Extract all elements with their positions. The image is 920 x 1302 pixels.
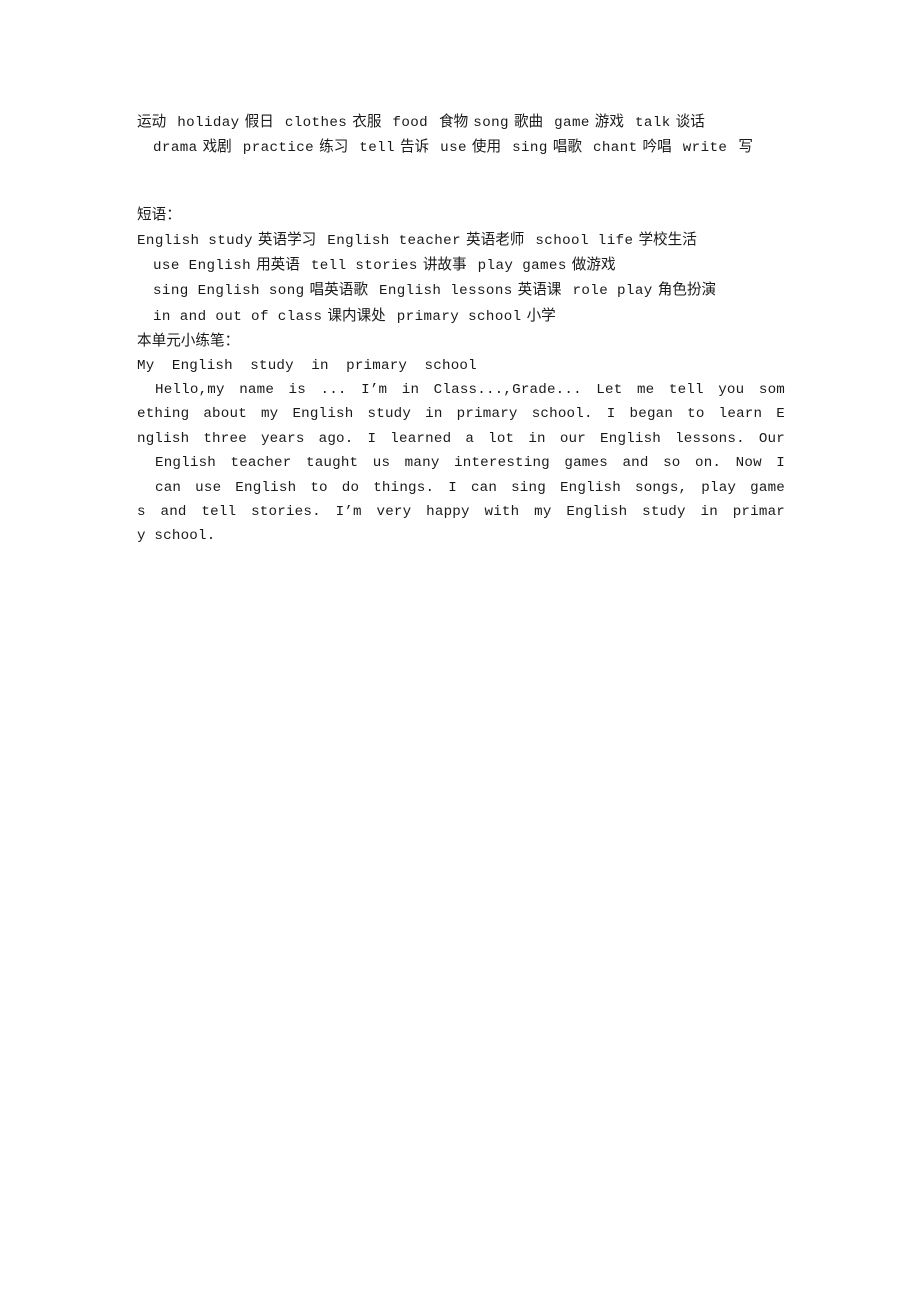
phrase-en: English lessons <box>378 283 513 300</box>
vocabulary-term-cn: 戏剧 <box>202 138 232 156</box>
phrase-line: English study 英语学习 English teacher 英语老师 scho… <box>137 228 785 253</box>
vocabulary-term-cn: 写 <box>738 138 753 156</box>
composition-line: ething about my English study in primary… <box>137 406 785 423</box>
vocabulary-term-en: food <box>392 115 429 131</box>
vocabulary-term-en: practice <box>242 140 315 157</box>
vocabulary-term-en: sing <box>512 140 548 157</box>
document-text-column: 运动 holiday 假日 clothes 衣服 food 食物 song 歌曲 game 游戏 ta… <box>137 110 785 549</box>
vocabulary-term-cn: 食物 <box>439 113 469 130</box>
vocabulary-term-en: clothes <box>284 115 348 131</box>
composition-line: y school. <box>137 528 216 545</box>
phrase-en: primary school <box>396 308 522 325</box>
phrase-cn: 唱英语歌 <box>309 281 368 299</box>
phrases-heading: 短语： <box>137 206 181 224</box>
composition-line: can use English to do things. I can sing… <box>155 479 785 496</box>
composition-title: My English study in primary school <box>137 357 477 374</box>
phrase-en: English teacher <box>327 232 461 249</box>
vocabulary-term-cn: 谈话 <box>675 113 705 130</box>
vocabulary-term-cn: 假日 <box>244 113 274 130</box>
document-page: 运动 holiday 假日 clothes 衣服 food 食物 song 歌曲 game 游戏 ta… <box>0 0 920 1302</box>
composition-line: English teacher taught us many interesti… <box>155 455 785 472</box>
vocabulary-term-cn: 使用 <box>471 138 502 156</box>
phrase-cn: 用英语 <box>256 256 300 274</box>
vocabulary-term-en: game <box>554 115 590 131</box>
phrase-cn: 学校生活 <box>638 230 697 248</box>
vocabulary-line: 运动 holiday 假日 clothes 衣服 food 食物 song 歌曲 game 游戏 ta… <box>137 110 785 135</box>
phrase-en: sing English song <box>153 283 305 300</box>
vocabulary-term-cn: 告诉 <box>399 138 430 156</box>
composition-line: nglish three years ago. I learned a lot … <box>137 430 785 447</box>
vocabulary-term-cn: 游戏 <box>594 113 624 130</box>
vocabulary-term-en: song <box>473 115 509 131</box>
phrase-en: English study <box>137 232 253 249</box>
vocabulary-term-cn: 衣服 <box>352 113 382 130</box>
phrase-en: tell stories <box>310 258 418 275</box>
vocabulary-term-cn: 练习 <box>319 138 349 156</box>
vocabulary-term-en: drama <box>153 140 198 157</box>
phrase-en: role play <box>572 283 653 300</box>
writing-practice-heading: 本单元小练笔： <box>137 332 240 350</box>
phrase-cn: 讲故事 <box>422 256 467 274</box>
composition-line: s and tell stories. I’m very happy with … <box>137 504 785 521</box>
vocabulary-term-en: holiday <box>177 115 240 131</box>
phrase-cn: 英语老师 <box>466 230 525 248</box>
vocabulary-term-cn: 唱歌 <box>552 138 582 156</box>
phrase-line: use English 用英语 tell stories 讲故事 play games 做… <box>137 253 785 278</box>
phrase-cn: 英语课 <box>517 281 562 299</box>
composition-line: Hello,my name is ... I’m in Class...,Gra… <box>155 382 785 399</box>
phrase-cn: 英语学习 <box>257 230 317 248</box>
phrase-en: play games <box>477 258 567 275</box>
vocabulary-term-en: chant <box>592 140 638 157</box>
phrase-cn: 小学 <box>526 306 556 324</box>
phrase-en: in and out of class <box>153 308 323 325</box>
vocabulary-term-en: tell <box>359 140 395 157</box>
vocabulary-term-cn: 运动 <box>137 113 167 130</box>
phrase-en: use English <box>153 258 252 275</box>
vocabulary-term-en: talk <box>635 115 671 131</box>
vocabulary-term-cn: 歌曲 <box>513 113 544 130</box>
vocabulary-term-en: use <box>440 140 467 157</box>
phrase-cn: 角色扮演 <box>657 281 717 299</box>
phrase-line: in and out of class 课内课处 primary school 小学 <box>137 304 785 329</box>
phrase-line: sing English song 唱英语歌 English lessons 英语课 r… <box>137 278 785 303</box>
vocabulary-term-en: write <box>682 140 728 157</box>
vocabulary-term-cn: 吟唱 <box>642 138 672 156</box>
vocabulary-line: drama 戏剧 practice 练习 tell 告诉 use 使用 sing 唱歌 chant 吟… <box>137 135 785 160</box>
phrase-cn: 做游戏 <box>571 256 616 274</box>
phrase-cn: 课内课处 <box>327 306 386 324</box>
phrase-en: school life <box>535 232 634 249</box>
